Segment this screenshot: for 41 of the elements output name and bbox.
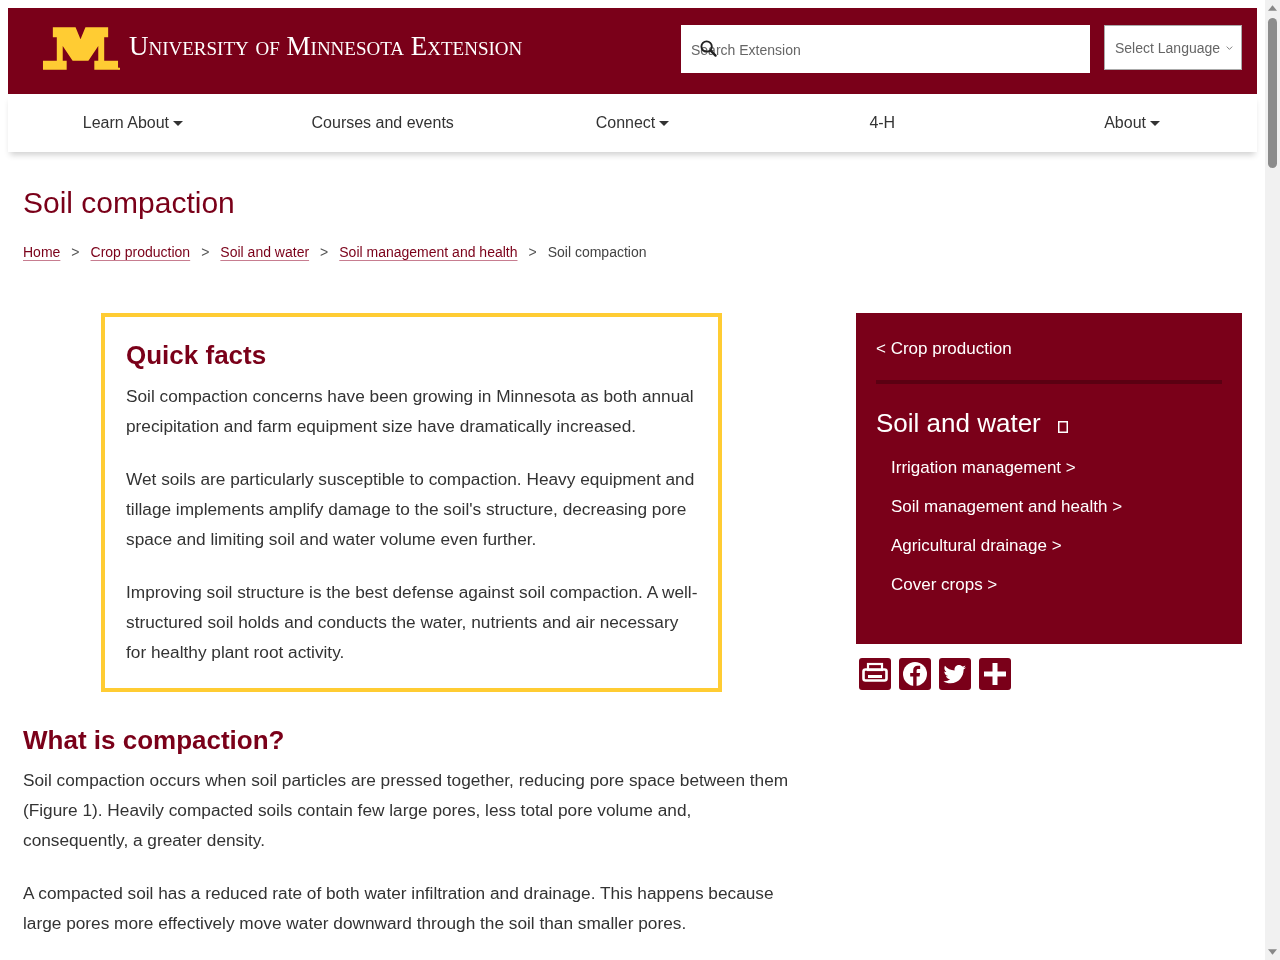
scroll-down-icon[interactable] xyxy=(1268,949,1277,955)
section-menu-link[interactable]: Irrigation management > xyxy=(891,457,1076,479)
nav-link[interactable]: About xyxy=(1104,114,1160,132)
block-m-logo-icon[interactable] xyxy=(41,27,120,71)
quick-facts-paragraph: Wet soils are particularly susceptible to compaction. Heavy equipment and tillage implements amplify damage to the soil's structure, decreasing pore space and limiting soil and water volume even further. xyxy=(126,468,696,551)
language-select[interactable]: Select Language xyxy=(1104,25,1242,70)
page-title: Soil compaction xyxy=(23,185,236,221)
nav-link[interactable]: 4-H xyxy=(869,114,896,132)
section-menu-link[interactable]: Agricultural drainage > xyxy=(891,535,1062,557)
article-paragraph: A compacted soil has a reduced rate of both water infiltration and drainage. This happens because large pores more effectively move water downward through the soil than smaller pores. xyxy=(23,882,775,935)
nav-link[interactable]: Learn About xyxy=(82,114,184,132)
breadcrumb-separator: > xyxy=(528,243,537,262)
quick-facts-heading: Quick facts xyxy=(126,340,268,371)
quick-facts-paragraph: Improving soil structure is the best defense against soil compaction. A well-structured soil holds and conducts the water, nutrients and air necessary for healthy plant root activity. xyxy=(126,581,698,664)
breadcrumb-link[interactable]: Crop production xyxy=(90,242,191,262)
quick-facts-paragraph: Soil compaction concerns have been growing in Minnesota as both annual precipitation and farm equipment size have dramatically increased. xyxy=(126,385,695,438)
nav-link[interactable]: Connect xyxy=(595,114,670,132)
scrollbar-track[interactable] xyxy=(1265,0,1280,960)
section-heading: What is compaction? xyxy=(23,725,286,756)
breadcrumb-separator: > xyxy=(320,243,329,262)
scroll-up-icon[interactable] xyxy=(1268,5,1277,11)
breadcrumb-separator: > xyxy=(201,243,210,262)
bird-icon[interactable] xyxy=(939,658,971,690)
facebook-icon[interactable] xyxy=(899,658,931,690)
site-logo-text[interactable]: University of Minnesota Extension xyxy=(129,30,523,62)
section-menu-link[interactable]: Soil management and health > xyxy=(891,496,1123,518)
plus-icon[interactable] xyxy=(979,658,1011,690)
chevron-down-icon xyxy=(1226,44,1233,51)
back-link[interactable]: < Crop production xyxy=(876,338,1222,360)
square-icon xyxy=(1057,420,1068,433)
breadcrumb-current-page: Soil compaction xyxy=(547,243,647,262)
nav-link[interactable]: Courses and events xyxy=(311,114,454,132)
article-paragraph: Soil compaction occurs when soil particles are pressed together, reducing pore space between them (Figure 1). Heavily compacted soils contain few large pores, less total pore volume and, consequently, a greater density. xyxy=(23,769,790,852)
scrollbar-thumb[interactable] xyxy=(1268,18,1277,168)
printer-icon[interactable] xyxy=(859,658,891,690)
section-menu-link[interactable]: Cover crops > xyxy=(891,574,998,596)
breadcrumb-link[interactable]: Soil and water xyxy=(220,242,310,262)
section-menu-heading: Soil and water xyxy=(876,408,1041,439)
breadcrumb-link[interactable]: Home xyxy=(23,242,61,262)
breadcrumb-separator: > xyxy=(71,243,80,262)
breadcrumb-link[interactable]: Soil management and health xyxy=(339,242,518,262)
